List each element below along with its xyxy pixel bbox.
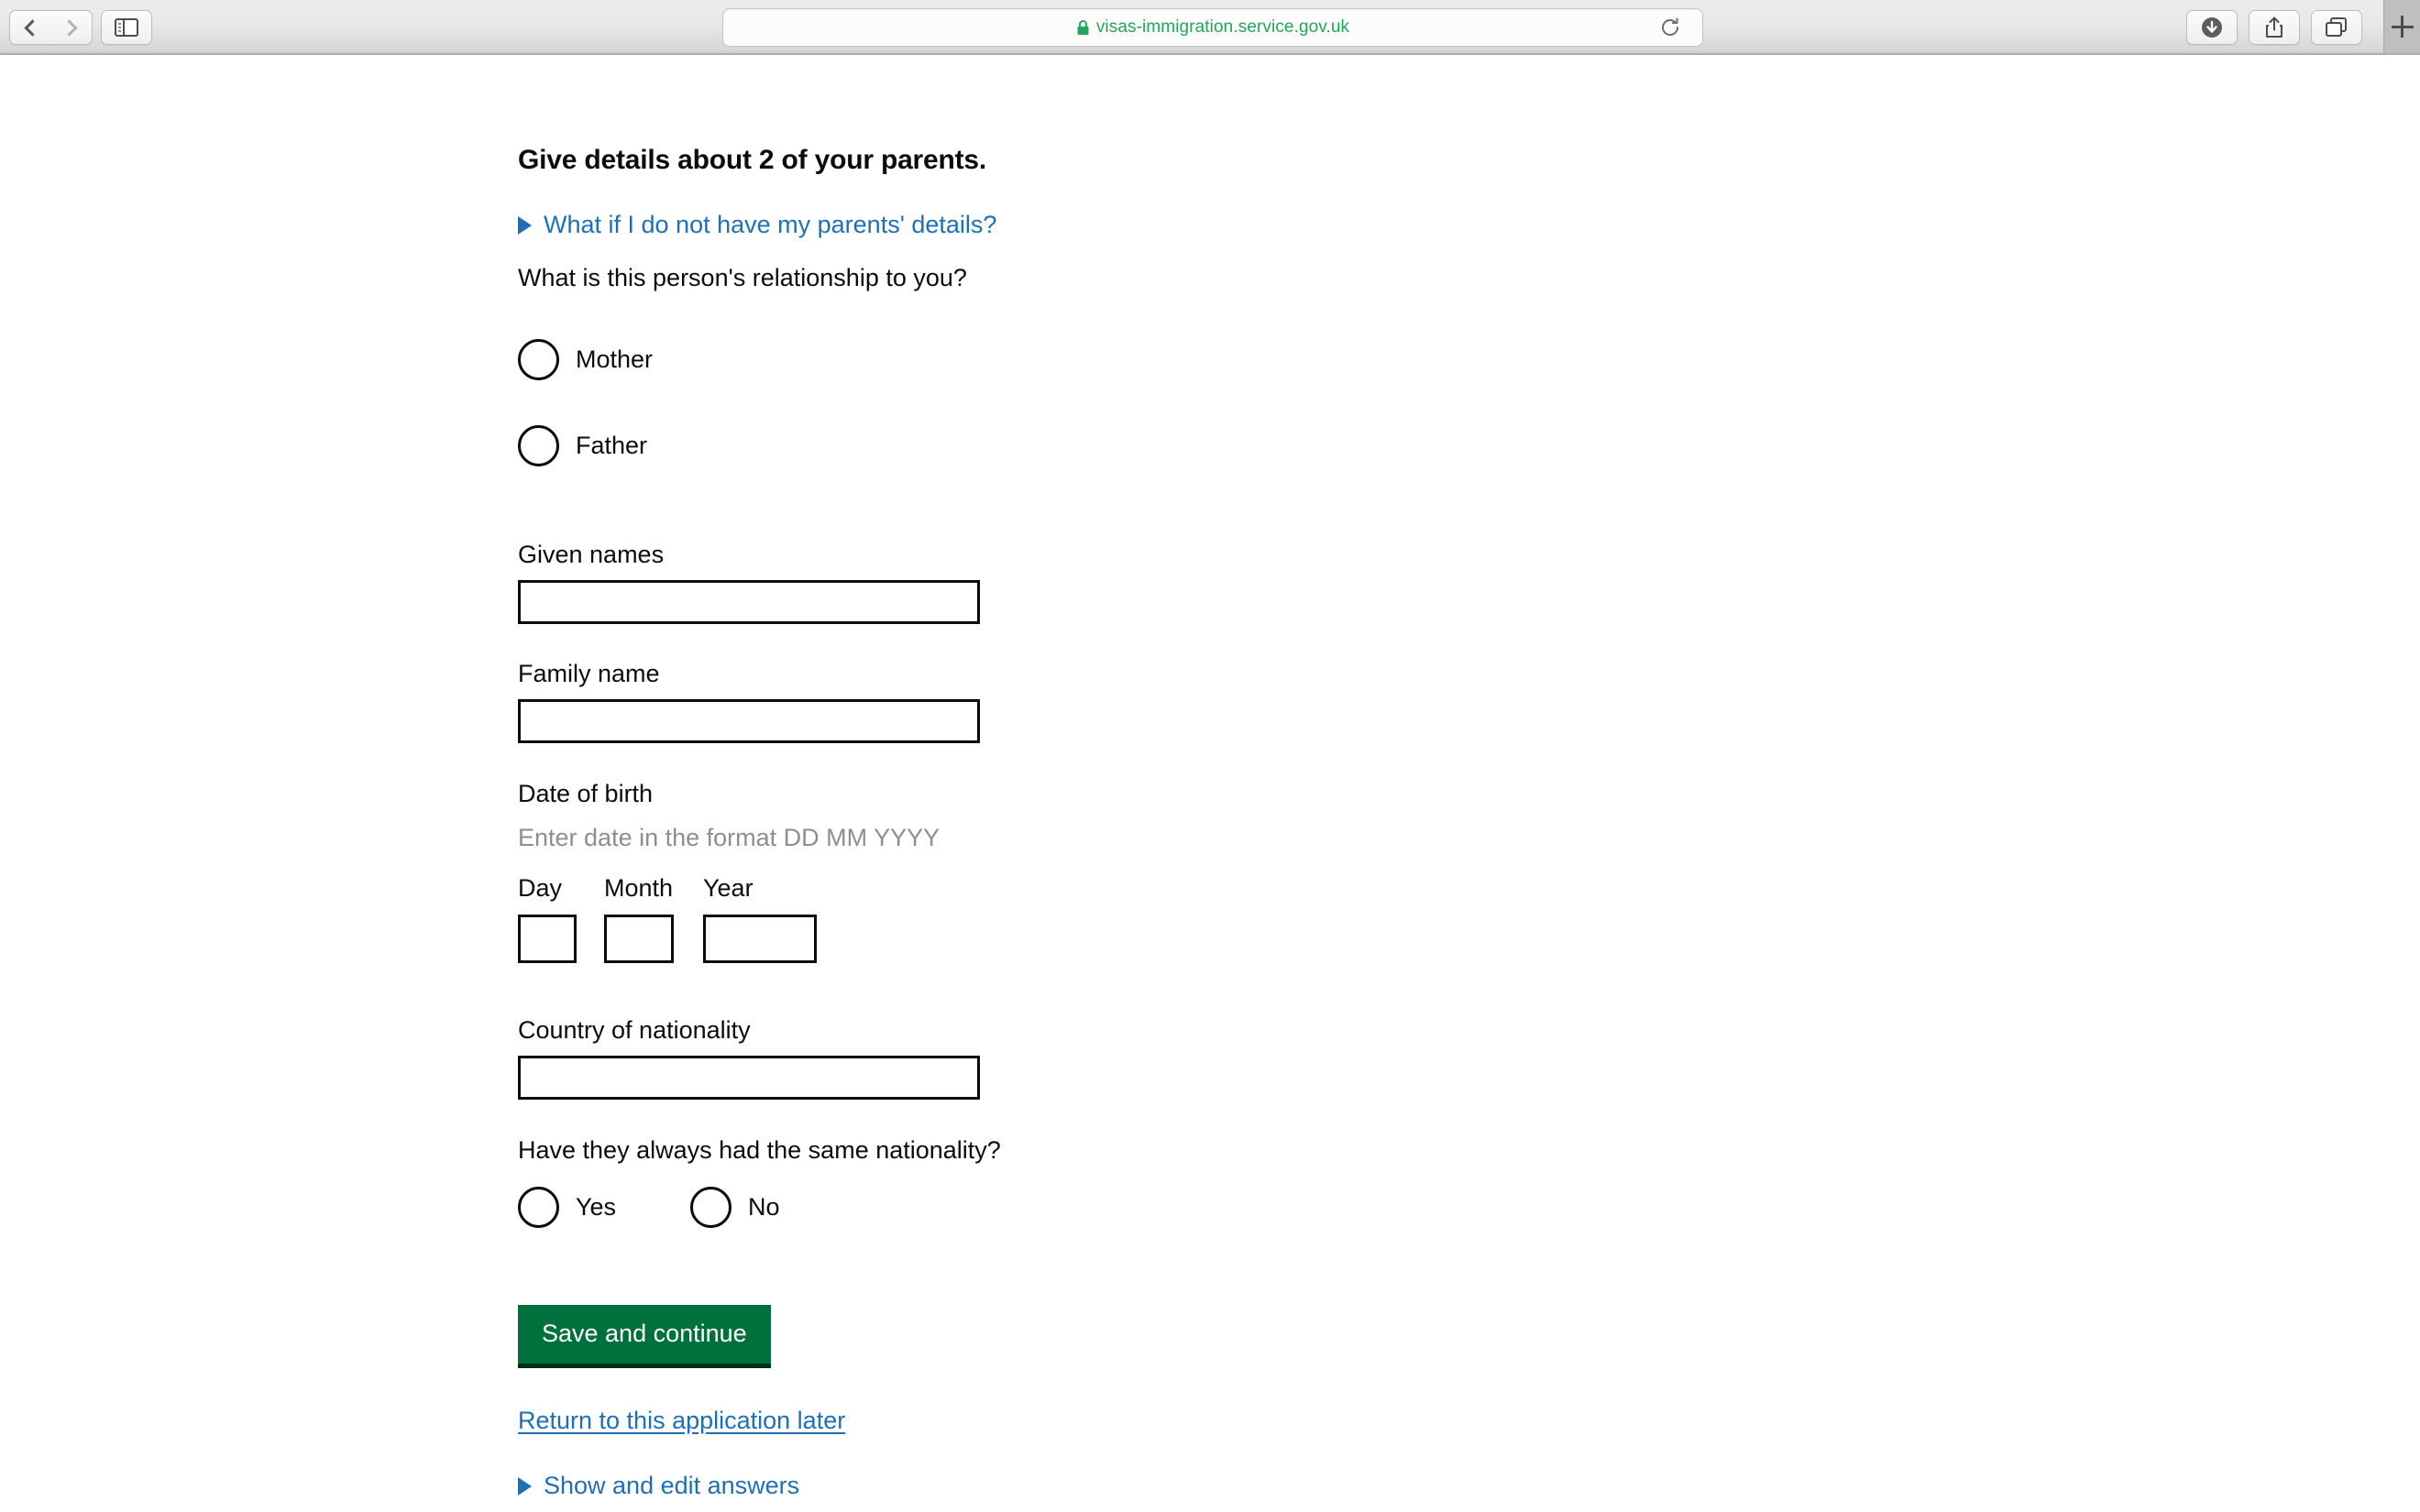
- reload-button[interactable]: [1658, 16, 1682, 39]
- forward-button[interactable]: [50, 10, 93, 45]
- url-display: visas-immigration.service.gov.uk: [1076, 17, 1349, 38]
- details-answers-label: Show and edit answers: [544, 1472, 800, 1499]
- details-parents-label: What if I do not have my parents' detail…: [544, 211, 997, 238]
- radio-circle-father[interactable]: [518, 425, 559, 466]
- share-icon: [2266, 16, 2282, 38]
- radio-label-father: Father: [576, 432, 648, 459]
- radio-option-mother[interactable]: Mother: [518, 339, 653, 380]
- reload-icon: [1662, 17, 1678, 36]
- details-parents-help[interactable]: What if I do not have my parents' detail…: [518, 211, 996, 239]
- radio-circle-yes[interactable]: [518, 1187, 559, 1228]
- same-nationality-question: Have they always had the same nationalit…: [518, 1136, 1001, 1164]
- radio-label-yes: Yes: [576, 1193, 617, 1221]
- url-text: visas-immigration.service.gov.uk: [1095, 17, 1350, 37]
- radio-option-father[interactable]: Father: [518, 425, 647, 466]
- address-bar[interactable]: visas-immigration.service.gov.uk: [722, 8, 1703, 47]
- back-button[interactable]: [9, 10, 51, 45]
- browser-toolbar: visas-immigration.service.gov.uk: [0, 0, 2420, 55]
- year-label: Year: [703, 874, 754, 902]
- page-title: Give details about 2 of your parents.: [518, 145, 987, 175]
- given-names-input[interactable]: [518, 580, 980, 624]
- year-input[interactable]: [703, 915, 817, 963]
- given-names-label: Given names: [518, 541, 665, 568]
- family-name-label: Family name: [518, 660, 660, 687]
- return-to-application-later-link[interactable]: Return to this application later: [518, 1407, 845, 1435]
- day-label: Day: [518, 874, 563, 902]
- radio-label-no: No: [748, 1193, 780, 1221]
- date-of-birth-hint: Enter date in the format DD MM YYYY: [518, 824, 940, 851]
- radio-option-no[interactable]: No: [690, 1187, 780, 1228]
- tab-overview-icon: [2326, 17, 2347, 37]
- share-button[interactable]: [2249, 10, 2300, 45]
- disclosure-triangle-icon: [518, 215, 532, 235]
- country-of-nationality-input[interactable]: [518, 1056, 980, 1100]
- country-of-nationality-label: Country of nationality: [518, 1016, 751, 1044]
- page-content: Give details about 2 of your parents. Wh…: [0, 55, 2420, 1512]
- sidebar-toggle-button[interactable]: [101, 10, 152, 45]
- sidebar-toggle-icon: [115, 18, 138, 37]
- month-input[interactable]: [604, 915, 674, 963]
- radio-option-yes[interactable]: Yes: [518, 1187, 616, 1228]
- tab-overview-button[interactable]: [2311, 10, 2362, 45]
- month-label: Month: [604, 874, 674, 902]
- chevron-left-icon: [23, 18, 41, 37]
- day-input[interactable]: [518, 915, 577, 963]
- new-tab-button[interactable]: [2383, 0, 2420, 53]
- save-and-continue-button[interactable]: Save and continue: [518, 1305, 771, 1368]
- date-of-birth-label: Date of birth: [518, 780, 654, 807]
- details-show-edit-answers[interactable]: Show and edit answers: [518, 1472, 799, 1500]
- radio-label-mother: Mother: [576, 345, 654, 373]
- chevron-right-icon: [60, 18, 78, 37]
- relationship-question: What is this person's relationship to yo…: [518, 264, 967, 291]
- downloads-button[interactable]: [2186, 10, 2238, 45]
- radio-circle-no[interactable]: [690, 1187, 732, 1228]
- lock-icon: [1077, 20, 1089, 35]
- radio-circle-mother[interactable]: [518, 339, 559, 380]
- plus-icon-horizontal: [2391, 25, 2414, 28]
- download-icon: [2202, 17, 2222, 38]
- family-name-input[interactable]: [518, 699, 980, 743]
- disclosure-triangle-icon: [518, 1476, 532, 1496]
